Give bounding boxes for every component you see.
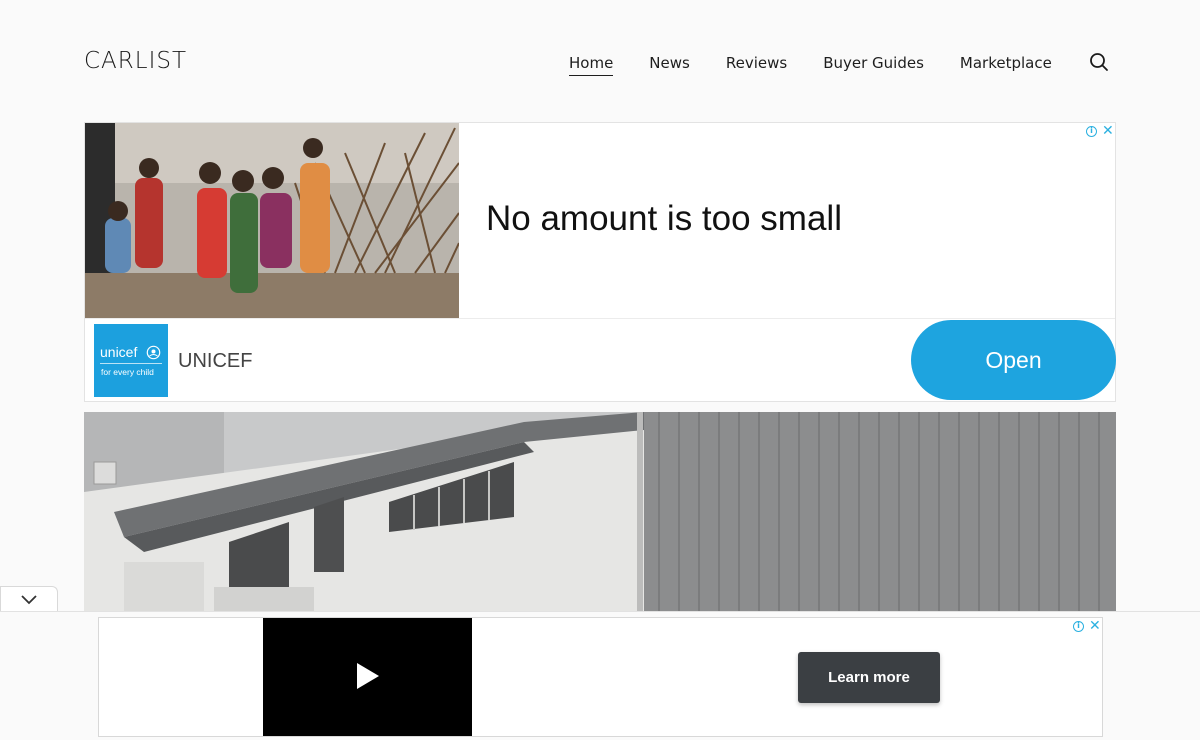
unicef-logo-word: unicef xyxy=(100,344,138,360)
ad-brand-name[interactable]: UNICEF xyxy=(178,350,252,373)
nav-item-buyer-guides[interactable]: Buyer Guides xyxy=(823,54,924,76)
ad-divider xyxy=(85,318,1115,319)
close-icon[interactable]: ✕ xyxy=(1102,124,1114,138)
ad-photo[interactable] xyxy=(85,123,459,318)
ad-headline[interactable]: No amount is too small xyxy=(486,199,842,239)
open-button[interactable]: Open xyxy=(911,320,1116,400)
collapse-ad-tab[interactable] xyxy=(0,586,58,612)
globe-icon xyxy=(146,345,161,360)
play-icon[interactable] xyxy=(357,663,379,689)
learn-more-button[interactable]: Learn more xyxy=(798,652,940,703)
info-icon[interactable]: i xyxy=(1073,620,1084,632)
ad-choices[interactable]: i ✕ xyxy=(1086,124,1114,138)
sticky-ad-bar: Learn more i ✕ xyxy=(0,611,1200,740)
chevron-down-icon[interactable] xyxy=(21,595,37,605)
info-icon[interactable]: i xyxy=(1086,125,1097,137)
nav-item-reviews[interactable]: Reviews xyxy=(726,54,787,76)
ad-video[interactable] xyxy=(263,618,472,736)
search-icon[interactable] xyxy=(1089,52,1109,72)
nav-item-home[interactable]: Home xyxy=(569,54,614,76)
bottom-ad[interactable]: Learn more i ✕ xyxy=(98,617,1103,737)
unicef-logo-divider xyxy=(100,363,162,364)
hero-image[interactable] xyxy=(84,412,1116,612)
site-logo[interactable]: CARLIST xyxy=(84,48,187,74)
unicef-logo[interactable]: unicef for every child xyxy=(94,324,168,397)
nav-item-news[interactable]: News xyxy=(649,54,690,76)
display-ad[interactable]: No amount is too small i ✕ unicef for ev… xyxy=(84,122,1116,402)
main-nav: Home News Reviews Buyer Guides Marketpla… xyxy=(569,54,1052,76)
unicef-logo-tagline: for every child xyxy=(101,367,154,377)
close-icon[interactable]: ✕ xyxy=(1089,619,1101,633)
nav-item-marketplace[interactable]: Marketplace xyxy=(960,54,1052,76)
ad-choices[interactable]: i ✕ xyxy=(1073,619,1101,633)
site-header: CARLIST Home News Reviews Buyer Guides M… xyxy=(0,0,1200,122)
